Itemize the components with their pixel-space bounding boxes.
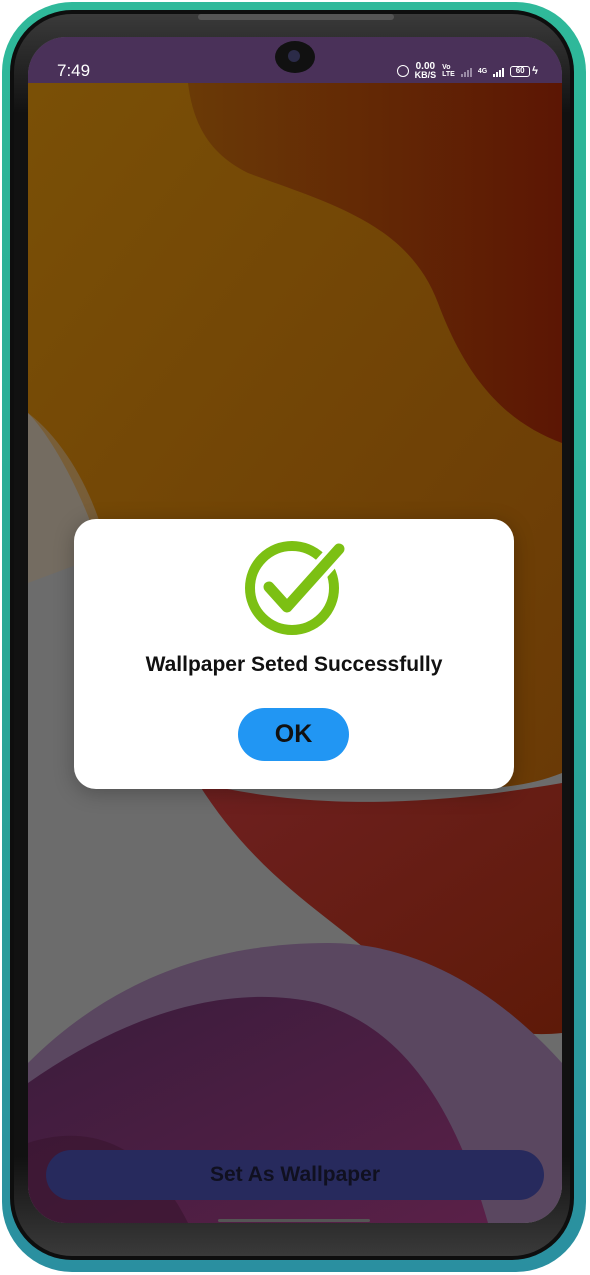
status-time: 7:49: [57, 61, 91, 80]
volte-top: Vo: [442, 64, 451, 71]
dialog-message: Wallpaper Seted Successfully: [145, 653, 443, 676]
signal-icon-sim1: [460, 66, 472, 77]
network-type: 4G: [477, 67, 488, 75]
set-as-wallpaper-label: Set As Wallpaper: [210, 1163, 380, 1186]
alarm-icon: [396, 65, 409, 77]
charging-icon: ϟ: [532, 65, 538, 77]
home-indicator[interactable]: [218, 1219, 370, 1222]
network-speed: 0.00 KB/S: [414, 62, 437, 80]
ok-button[interactable]: OK: [238, 708, 349, 761]
success-dialog: Wallpaper Seted Successfully OK: [74, 519, 514, 789]
front-camera: [275, 41, 315, 73]
volte-bottom: LTE: [442, 71, 455, 78]
volte-indicator: Vo LTE: [442, 64, 455, 78]
status-icons: 0.00 KB/S Vo LTE 4G 60 ϟ: [396, 62, 538, 80]
signal-icon-sim2: [493, 66, 505, 77]
speaker-grille: [198, 14, 394, 20]
battery-level: 60: [510, 65, 531, 77]
set-as-wallpaper-button[interactable]: Set As Wallpaper: [46, 1150, 544, 1200]
network-speed-unit: KB/S: [414, 70, 437, 80]
ok-button-label: OK: [274, 720, 313, 748]
check-circle-icon: [245, 539, 345, 635]
battery-icon: 60 ϟ: [510, 65, 538, 77]
